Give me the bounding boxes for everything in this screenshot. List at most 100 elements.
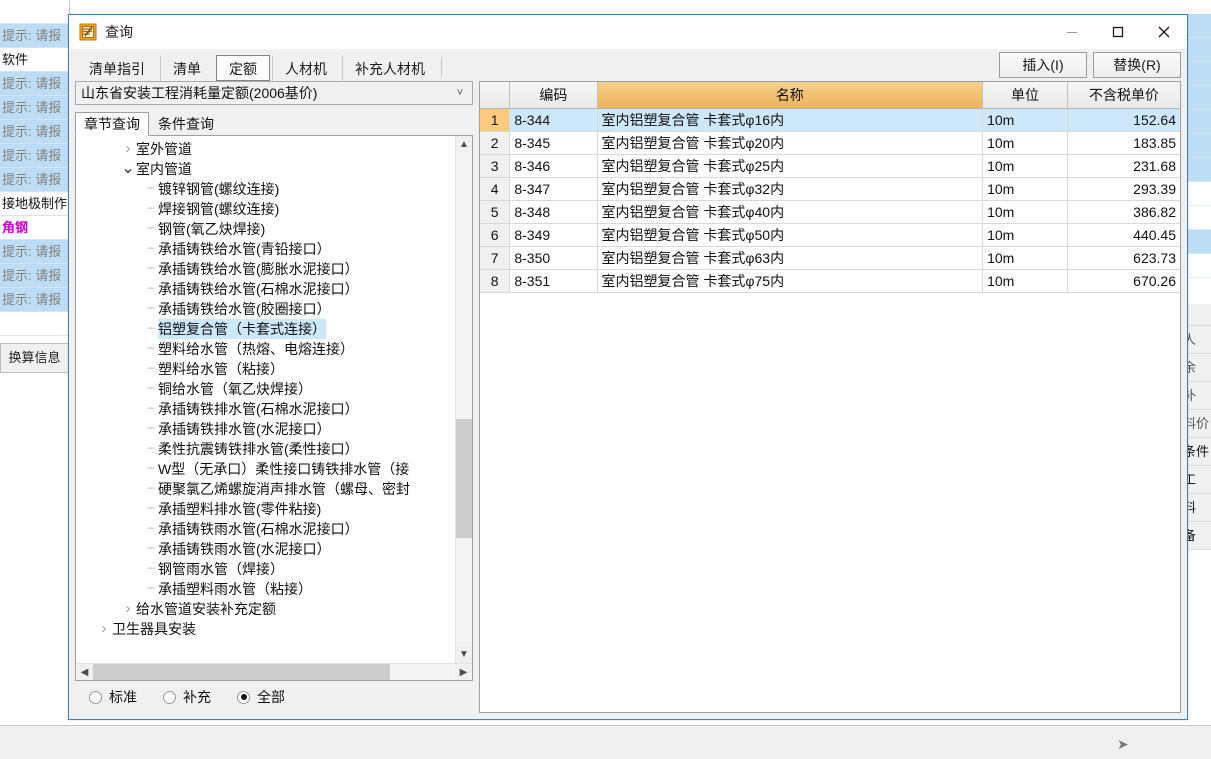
tree-vertical-scrollbar[interactable]: ▲ ▼ xyxy=(455,136,472,663)
tree-item[interactable]: ┈ 柔性抗震铸铁排水管(柔性接口） xyxy=(76,439,455,459)
tree-item[interactable]: ┈ 硬聚氯乙烯螺旋消声排水管（螺母、密封 xyxy=(76,479,455,499)
tree-leaf-dash-icon[interactable]: ┈ xyxy=(144,259,158,279)
scroll-right-icon[interactable]: ▶ xyxy=(455,664,472,680)
table-row[interactable]: 5 8-348 室内铝塑复合管 卡套式φ40内 10m 386.82 xyxy=(480,200,1180,224)
tree-horizontal-scrollbar[interactable]: ◀ ▶ xyxy=(76,663,472,680)
scroll-up-icon[interactable]: ▲ xyxy=(456,136,472,153)
tree-item[interactable]: ┈ 承插铸铁雨水管(水泥接口） xyxy=(76,539,455,559)
minimize-icon[interactable] xyxy=(1049,15,1095,49)
table-row[interactable]: 2 8-345 室内铝塑复合管 卡套式φ20内 10m 183.85 xyxy=(480,131,1180,155)
tree-item[interactable]: ┈ 铜给水管（氧乙炔焊接） xyxy=(76,379,455,399)
tree-item[interactable]: ┈ 承插铸铁给水管(膨胀水泥接口） xyxy=(76,259,455,279)
cell-price: 152.64 xyxy=(1067,108,1180,132)
insert-button[interactable]: 插入(I) xyxy=(999,52,1087,78)
table-row[interactable]: 8 8-351 室内铝塑复合管 卡套式φ75内 10m 670.26 xyxy=(480,269,1180,293)
tree-leaf-dash-icon[interactable]: ┈ xyxy=(144,199,158,219)
background-tab-conversion-info[interactable]: 换算信息 xyxy=(0,343,69,373)
tree-leaf-dash-icon[interactable]: ┈ xyxy=(144,399,158,419)
chevron-down-icon[interactable]: ⌄ xyxy=(120,161,136,177)
expand-arrow-icon[interactable]: ➤ xyxy=(1117,736,1129,753)
tree-leaf-dash-icon[interactable]: ┈ xyxy=(144,479,158,499)
tree-leaf-dash-icon[interactable]: ┈ xyxy=(144,279,158,299)
tree-item[interactable]: ┈ 承插铸铁给水管(青铅接口） xyxy=(76,239,455,259)
column-header-name[interactable]: 名称 xyxy=(597,82,984,109)
tree-item[interactable]: ┈ 焊接钢管(螺纹连接) xyxy=(76,199,455,219)
tab-qingdan[interactable]: 清单 xyxy=(160,55,214,81)
tab-qingdan-zhiyin[interactable]: 清单指引 xyxy=(76,55,158,81)
tree-leaf-dash-icon[interactable]: ┈ xyxy=(144,239,158,259)
tree-leaf-dash-icon[interactable]: ┈ xyxy=(144,319,158,339)
tree-content[interactable]: › 室外管道 ⌄ 室内管道 ┈ 镀锌钢管(螺纹连接) ┈ 焊接钢管(螺纹连接) ┈ 钢管(氧乙炔焊… xyxy=(76,136,455,663)
library-select[interactable]: 山东省安装工程消耗量定额(2006基价) ˅ xyxy=(75,81,473,105)
tree-item[interactable]: ┈ W型（无承口）柔性接口铸铁排水管（接 xyxy=(76,459,455,479)
radio-button-icon[interactable] xyxy=(237,690,250,704)
column-header-code[interactable]: 编码 xyxy=(509,82,598,109)
tree-leaf-dash-icon[interactable]: ┈ xyxy=(144,419,158,439)
tree-hscroll-track[interactable] xyxy=(93,664,455,680)
tree-leaf-dash-icon[interactable]: ┈ xyxy=(144,379,158,399)
cell-code: 8-347 xyxy=(509,177,598,201)
tree-item[interactable]: ┈ 塑料给水管（热熔、电熔连接） xyxy=(76,339,455,359)
tree-item[interactable]: › 给水管道安装补充定额 xyxy=(76,599,455,619)
tree-leaf-dash-icon[interactable]: ┈ xyxy=(144,299,158,319)
tree-item[interactable]: ┈ 钢管雨水管（焊接） xyxy=(76,559,455,579)
tree-item[interactable]: ┈ 钢管(氧乙炔焊接) xyxy=(76,219,455,239)
replace-button[interactable]: 替换(R) xyxy=(1093,52,1181,78)
tree-hscroll-thumb[interactable] xyxy=(93,664,390,680)
tree-leaf-dash-icon[interactable]: ┈ xyxy=(144,339,158,359)
tab-dinge[interactable]: 定额 xyxy=(216,55,270,81)
tree-item[interactable]: ┈ 承插塑料排水管(零件粘接) xyxy=(76,499,455,519)
tree-leaf-dash-icon[interactable]: ┈ xyxy=(144,359,158,379)
close-icon[interactable] xyxy=(1141,15,1187,49)
tab-rencaiji[interactable]: 人材机 xyxy=(272,55,340,81)
tree-leaf-dash-icon[interactable]: ┈ xyxy=(144,559,158,579)
tree-item[interactable]: ┈ 承插塑料雨水管（粘接） xyxy=(76,579,455,599)
filter-radio-1[interactable]: 补充 xyxy=(163,687,211,707)
tree-vscroll-thumb[interactable] xyxy=(456,419,472,538)
scroll-down-icon[interactable]: ▼ xyxy=(456,646,472,663)
radio-button-icon[interactable] xyxy=(163,690,176,704)
table-row[interactable]: 3 8-346 室内铝塑复合管 卡套式φ25内 10m 231.68 xyxy=(480,154,1180,178)
tree-leaf-dash-icon[interactable]: ┈ xyxy=(144,499,158,519)
tree-leaf-dash-icon[interactable]: ┈ xyxy=(144,539,158,559)
table-row[interactable]: 4 8-347 室内铝塑复合管 卡套式φ32内 10m 293.39 xyxy=(480,177,1180,201)
chevron-down-icon[interactable]: ˅ xyxy=(448,87,472,99)
maximize-icon[interactable] xyxy=(1095,15,1141,49)
radio-button-icon[interactable] xyxy=(89,690,102,704)
tree-item[interactable]: › 室外管道 xyxy=(76,139,455,159)
tree-item[interactable]: ┈ 塑料给水管（粘接） xyxy=(76,359,455,379)
tree-leaf-dash-icon[interactable]: ┈ xyxy=(144,579,158,599)
tree-leaf-dash-icon[interactable]: ┈ xyxy=(144,459,158,479)
chevron-right-icon[interactable]: › xyxy=(120,599,136,619)
tree-vscroll-track[interactable] xyxy=(456,153,472,646)
column-header-price[interactable]: 不含税单价 xyxy=(1067,82,1180,109)
tree-item[interactable]: ⌄ 室内管道 xyxy=(76,159,455,179)
subtab-condition-query[interactable]: 条件查询 xyxy=(149,112,223,136)
tree-item[interactable]: ┈ 承插铸铁排水管(石棉水泥接口） xyxy=(76,399,455,419)
tree-leaf-dash-icon[interactable]: ┈ xyxy=(144,219,158,239)
table-row[interactable]: 6 8-349 室内铝塑复合管 卡套式φ50内 10m 440.45 xyxy=(480,223,1180,247)
table-row[interactable]: 7 8-350 室内铝塑复合管 卡套式φ63内 10m 623.73 xyxy=(480,246,1180,270)
chevron-right-icon[interactable]: › xyxy=(120,139,136,159)
tree-item[interactable]: ┈ 承插铸铁雨水管(石棉水泥接口） xyxy=(76,519,455,539)
tree-leaf-dash-icon[interactable]: ┈ xyxy=(144,519,158,539)
filter-radio-0[interactable]: 标准 xyxy=(89,687,137,707)
tree-leaf-dash-icon[interactable]: ┈ xyxy=(144,439,158,459)
column-header-unit[interactable]: 单位 xyxy=(982,82,1068,109)
tree-item[interactable]: › 卫生器具安装 xyxy=(76,619,455,639)
table-row[interactable]: 1 8-344 室内铝塑复合管 卡套式φ16内 10m 152.64 xyxy=(480,108,1180,132)
tab-buchong-rencaiji[interactable]: 补充人材机 xyxy=(342,55,438,81)
scroll-left-icon[interactable]: ◀ xyxy=(76,664,93,680)
tree-item[interactable]: ┈ 镀锌钢管(螺纹连接) xyxy=(76,179,455,199)
tree-item[interactable]: ┈ 承插铸铁给水管(胶圈接口） xyxy=(76,299,455,319)
tree-item[interactable]: ┈ 铝塑复合管（卡套式连接） xyxy=(76,319,455,339)
tree-item[interactable]: ┈ 承插铸铁排水管(水泥接口） xyxy=(76,419,455,439)
subtab-chapter-query[interactable]: 章节查询 xyxy=(75,112,149,136)
column-header-rownum[interactable] xyxy=(480,82,511,109)
tree-item[interactable]: ┈ 承插铸铁给水管(石棉水泥接口） xyxy=(76,279,455,299)
chevron-right-icon[interactable]: › xyxy=(96,619,112,639)
cell-code: 8-348 xyxy=(509,200,598,224)
filter-radio-2[interactable]: 全部 xyxy=(237,687,285,707)
background-row: 软件 xyxy=(0,48,69,72)
tree-leaf-dash-icon[interactable]: ┈ xyxy=(144,179,158,199)
